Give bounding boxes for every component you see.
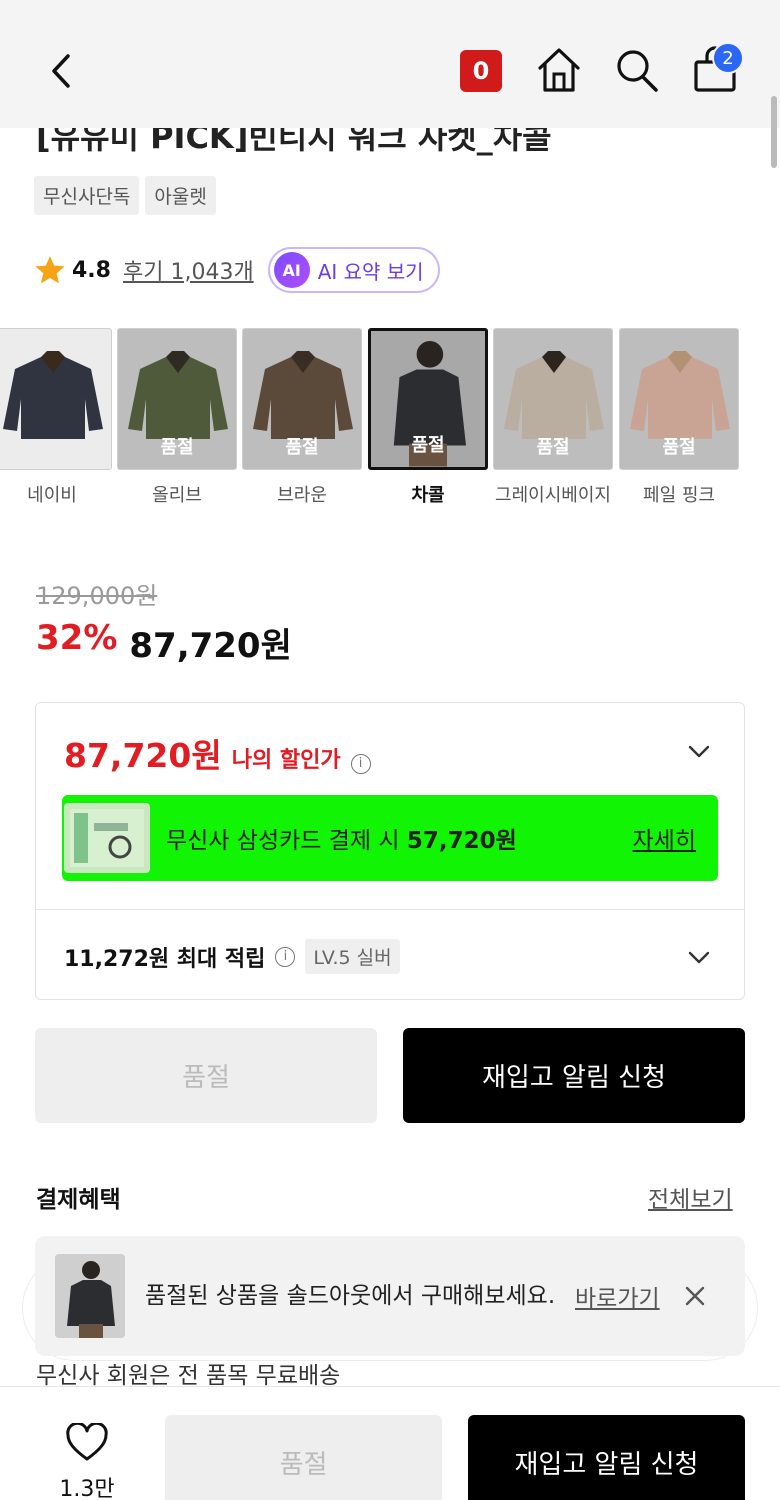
bottom-restock-alert-button[interactable]: 재입고 알림 신청 xyxy=(468,1415,745,1500)
tag-exclusive: 무신사단독 xyxy=(34,176,140,215)
points-row[interactable]: 11,272원 최대 적립 i LV.5 실버 xyxy=(64,939,400,974)
soldout-overlay: 품절 xyxy=(160,437,194,458)
home-icon[interactable] xyxy=(536,44,582,94)
discount-rate: 32% xyxy=(36,618,118,658)
ai-summary-button[interactable]: AI AI 요약 보기 xyxy=(267,247,440,293)
color-option-pale-pink[interactable]: 품절 페일 핑크 xyxy=(619,328,739,510)
view-all-link[interactable]: 전체보기 xyxy=(648,1180,733,1214)
musinsa-logo-button[interactable]: 0 xyxy=(460,50,502,92)
payment-benefits-title: 결제혜택 xyxy=(36,1187,121,1213)
bottom-soldout-button: 품절 xyxy=(165,1415,442,1500)
top-navigation-bar: 0 2 xyxy=(0,0,780,128)
search-icon[interactable] xyxy=(614,44,660,94)
color-option-navy[interactable]: 네이비 xyxy=(0,328,112,510)
like-count: 1.3만 xyxy=(59,1477,115,1500)
free-shipping-note: 무신사 회원은 전 품목 무료배송 xyxy=(36,1363,341,1389)
color-label: 올리브 xyxy=(152,485,202,506)
color-option-charcoal[interactable]: 품절 차콜 xyxy=(368,328,488,510)
like-button[interactable]: 1.3만 xyxy=(52,1421,122,1500)
toast-go-link[interactable]: 바로가기 xyxy=(575,1279,660,1313)
chevron-down-icon[interactable] xyxy=(688,951,710,965)
color-option-list: 네이비 품절 올리브 품절 브라운 품절 차콜 품절 그레이시베이지 품절 페일… xyxy=(0,328,780,538)
bottom-action-bar: 1.3만 품절 재입고 알림 신청 xyxy=(0,1386,780,1500)
member-level-badge: LV.5 실버 xyxy=(305,939,400,974)
soldout-overlay: 품절 xyxy=(662,437,696,458)
soldout-button: 품절 xyxy=(35,1028,377,1123)
sale-price: 87,720원 xyxy=(129,626,292,666)
product-tags: 무신사단독 아울렛 xyxy=(34,176,216,215)
color-thumbnail: 품절 xyxy=(493,328,613,470)
card-image xyxy=(64,803,150,873)
musinsa-badge-label: 0 xyxy=(472,57,490,85)
color-option-brown[interactable]: 품절 브라운 xyxy=(242,328,362,510)
color-thumbnail: 품절 xyxy=(242,328,362,470)
my-discount-amount: 87,720원 xyxy=(64,736,222,775)
color-thumbnail xyxy=(0,328,112,470)
close-icon[interactable] xyxy=(684,1285,706,1307)
cart-count-badge: 2 xyxy=(712,42,744,74)
color-option-grayish-beige[interactable]: 품절 그레이시베이지 xyxy=(493,328,613,510)
my-discount-box: 87,720원 나의 할인가 i 무신사 삼성카드 결제 시 57,720원 자… xyxy=(35,702,745,1000)
soldout-overlay: 품절 xyxy=(285,437,319,458)
back-arrow-icon[interactable] xyxy=(42,48,82,94)
star-icon xyxy=(35,256,65,284)
card-text-prefix: 무신사 삼성카드 결제 시 xyxy=(166,828,407,854)
restock-alert-button[interactable]: 재입고 알림 신청 xyxy=(403,1028,745,1123)
tag-outlet: 아울렛 xyxy=(145,176,216,215)
review-count-link[interactable]: 후기 1,043개 xyxy=(123,254,254,286)
color-thumbnail: 품절 xyxy=(619,328,739,470)
ai-icon: AI xyxy=(273,252,310,288)
my-discount-label: 나의 할인가 xyxy=(231,748,341,773)
toast-product-image xyxy=(55,1254,125,1338)
color-thumbnail: 품절 xyxy=(117,328,237,470)
color-thumbnail: 품절 xyxy=(368,328,488,470)
sale-price-row: 32% 87,720원 xyxy=(36,618,292,667)
soldout-toast: 품절된 상품을 솔드아웃에서 구매해보세요. 바로가기 xyxy=(35,1236,745,1356)
soldout-overlay: 품절 xyxy=(536,437,570,458)
max-points-text: 11,272원 최대 적립 xyxy=(64,946,266,972)
toast-message: 품절된 상품을 솔드아웃에서 구매해보세요. xyxy=(145,1283,556,1309)
card-discount-amount: 57,720원 xyxy=(406,828,517,854)
divider xyxy=(36,909,744,910)
scrollbar-thumb[interactable] xyxy=(771,96,777,168)
ai-summary-label: AI 요약 보기 xyxy=(317,259,424,284)
color-label: 브라운 xyxy=(277,485,327,506)
model-thumbnail xyxy=(55,1254,125,1338)
soldout-overlay: 품절 xyxy=(411,435,445,456)
my-discount-price[interactable]: 87,720원 나의 할인가 i xyxy=(64,729,371,777)
color-label: 그레이시베이지 xyxy=(495,485,611,506)
card-discount-text: 무신사 삼성카드 결제 시 57,720원 xyxy=(166,821,633,855)
color-label: 네이비 xyxy=(27,485,77,506)
heart-icon xyxy=(66,1421,108,1461)
chevron-down-icon[interactable] xyxy=(688,745,710,759)
original-price: 129,000원 xyxy=(36,582,158,610)
samsung-card-banner[interactable]: 무신사 삼성카드 결제 시 57,720원 자세히 xyxy=(62,795,718,881)
rating-score: 4.8 xyxy=(72,257,111,283)
card-graphic xyxy=(70,809,144,867)
rating-row: 4.8 후기 1,043개 AI AI 요약 보기 xyxy=(34,246,440,294)
jacket-image xyxy=(3,351,103,439)
color-option-olive[interactable]: 품절 올리브 xyxy=(117,328,237,510)
info-icon[interactable]: i xyxy=(275,946,296,967)
info-icon[interactable]: i xyxy=(350,753,371,774)
color-label: 페일 핑크 xyxy=(643,485,715,506)
card-details-link[interactable]: 자세히 xyxy=(633,821,696,855)
color-label: 차콜 xyxy=(411,485,445,506)
